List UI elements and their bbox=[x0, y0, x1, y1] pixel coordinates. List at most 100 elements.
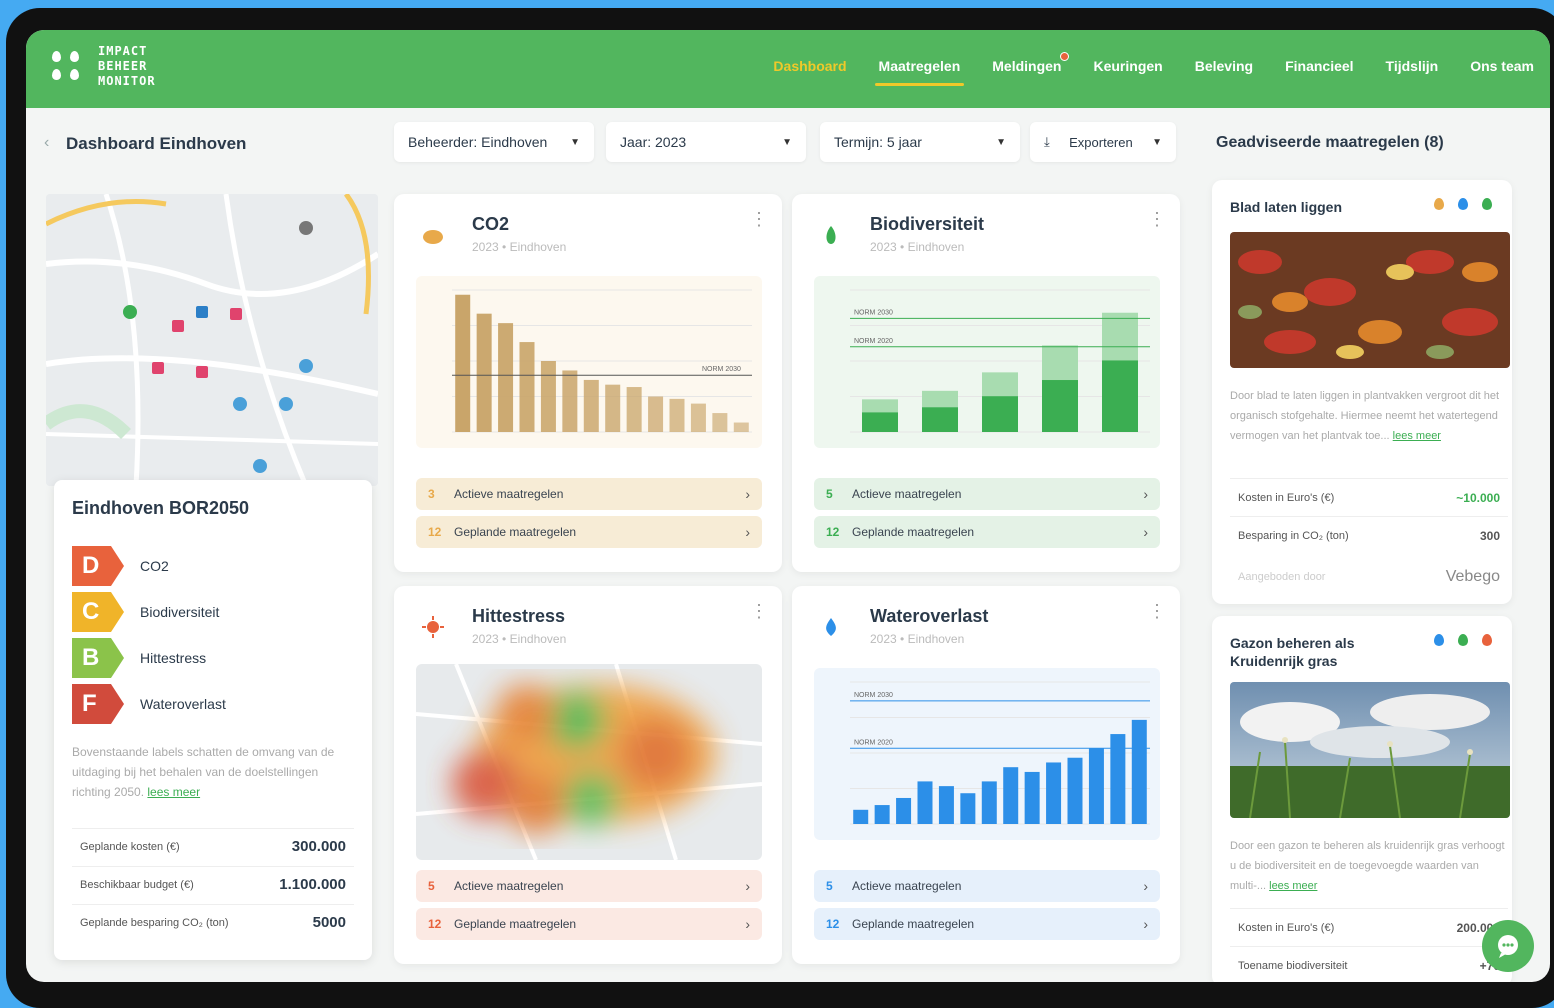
advice-text: Door een gazon te beheren als kruidenrij… bbox=[1230, 836, 1506, 896]
planned-measures-row[interactable]: 12 Geplande maatregelen › bbox=[814, 516, 1160, 548]
card-title: Wateroverlast bbox=[870, 606, 989, 626]
cloud-icon bbox=[1434, 198, 1444, 210]
count: 12 bbox=[428, 917, 442, 931]
active-measures-row[interactable]: 5 Actieve maatregelen › bbox=[814, 478, 1160, 510]
biodiversity-chart: NORM 2030 NORM 2020 bbox=[814, 276, 1160, 448]
label-name: CO2 bbox=[140, 558, 169, 574]
termijn-value: Termijn: 5 jaar bbox=[834, 134, 922, 150]
row-label: Geplande maatregelen bbox=[454, 917, 577, 931]
read-more-link[interactable]: lees meer bbox=[1269, 880, 1317, 892]
nav-keuringen[interactable]: Keuringen bbox=[1077, 30, 1178, 108]
water-drop-icon bbox=[1434, 634, 1444, 646]
beheerder-value: Beheerder: Eindhoven bbox=[408, 134, 548, 150]
more-options-icon[interactable]: ⋮ bbox=[750, 210, 768, 228]
kv-label: Kosten in Euro's (€) bbox=[1238, 921, 1335, 934]
label-wateroverlast[interactable]: F Wateroverlast bbox=[72, 684, 354, 724]
active-measures-row[interactable]: 5 Actieve maatregelen › bbox=[814, 870, 1160, 902]
row-label: Actieve maatregelen bbox=[852, 879, 962, 893]
city-map[interactable] bbox=[46, 194, 378, 486]
nav-ons-team[interactable]: Ons team bbox=[1454, 30, 1550, 108]
read-more-link[interactable]: lees meer bbox=[147, 785, 200, 799]
category-icons bbox=[1434, 634, 1492, 646]
nav-financieel[interactable]: Financieel bbox=[1269, 30, 1369, 108]
advice-card-blad[interactable]: Blad laten liggen Door blad te laten lig… bbox=[1212, 180, 1512, 604]
bar bbox=[917, 781, 933, 824]
grade-badge: B bbox=[72, 638, 124, 678]
stat-row: Geplande kosten (€) 300.000 bbox=[72, 828, 354, 864]
app-logo[interactable]: IMPACT BEHEER MONITOR bbox=[48, 44, 156, 89]
leaf-icon bbox=[820, 224, 840, 246]
nav-meldingen[interactable]: Meldingen bbox=[976, 30, 1077, 108]
jaar-value: Jaar: 2023 bbox=[620, 134, 687, 150]
nav-maatregelen[interactable]: Maatregelen bbox=[863, 30, 977, 108]
bar bbox=[1046, 762, 1062, 824]
chat-button[interactable] bbox=[1482, 920, 1534, 972]
caret-down-icon: ▼ bbox=[570, 136, 580, 148]
read-more-link[interactable]: lees meer bbox=[1393, 430, 1441, 442]
label-name: Hittestress bbox=[140, 650, 207, 666]
export-button[interactable]: ⤓ Exporteren ▼ bbox=[1030, 122, 1176, 162]
row-label: Actieve maatregelen bbox=[454, 487, 564, 501]
logo-line-3: MONITOR bbox=[98, 74, 156, 88]
bar bbox=[1102, 360, 1138, 432]
more-options-icon[interactable]: ⋮ bbox=[750, 602, 768, 620]
active-measures-row[interactable]: 3 Actieve maatregelen › bbox=[416, 478, 762, 510]
chevron-right-icon: › bbox=[745, 878, 750, 894]
planned-measures-row[interactable]: 12 Geplande maatregelen › bbox=[814, 908, 1160, 940]
provider-logo[interactable]: Vebego bbox=[1446, 568, 1500, 586]
bar bbox=[1042, 380, 1078, 432]
grade-badge: F bbox=[72, 684, 124, 724]
advice-title: Geadviseerde maatregelen (8) bbox=[1216, 134, 1444, 151]
nav-beleving[interactable]: Beleving bbox=[1179, 30, 1269, 108]
bar bbox=[862, 412, 898, 432]
heatmap[interactable] bbox=[416, 664, 762, 860]
chevron-right-icon: › bbox=[745, 486, 750, 502]
nav-tijdslijn[interactable]: Tijdslijn bbox=[1370, 30, 1455, 108]
row-label: Geplande maatregelen bbox=[852, 917, 975, 931]
label-co2[interactable]: D CO2 bbox=[72, 546, 354, 586]
advice-card-gazon[interactable]: Gazon beheren als Kruidenrijk gras Door … bbox=[1212, 616, 1512, 982]
advice-title: Gazon beheren als Kruidenrijk gras bbox=[1230, 635, 1355, 669]
kv-value: ~10.000 bbox=[1456, 490, 1500, 505]
co2-chart-svg: NORM 2030 bbox=[452, 289, 752, 433]
advice-title: Blad laten liggen bbox=[1230, 199, 1343, 215]
more-options-icon[interactable]: ⋮ bbox=[1148, 602, 1166, 620]
planned-measures-row[interactable]: 12 Geplande maatregelen › bbox=[416, 516, 762, 548]
chevron-right-icon: › bbox=[1143, 524, 1148, 540]
cost-row: Kosten in Euro's (€) 200.000 bbox=[1230, 908, 1508, 946]
bor-panel: Eindhoven BOR2050 D CO2 C Biodiversiteit B… bbox=[54, 480, 372, 960]
jaar-select[interactable]: Jaar: 2023 ▼ bbox=[606, 122, 806, 162]
beheerder-select[interactable]: Beheerder: Eindhoven ▼ bbox=[394, 122, 594, 162]
label-hittestress[interactable]: B Hittestress bbox=[72, 638, 354, 678]
back-icon[interactable]: ‹ bbox=[44, 134, 49, 152]
bar bbox=[1110, 734, 1126, 824]
nav-dashboard[interactable]: Dashboard bbox=[757, 30, 862, 108]
active-measures-row[interactable]: 5 Actieve maatregelen › bbox=[416, 870, 762, 902]
bar bbox=[1088, 748, 1104, 824]
label-biodiversiteit[interactable]: C Biodiversiteit bbox=[72, 592, 354, 632]
card-title: Hittestress bbox=[472, 606, 566, 626]
stat-value: 5000 bbox=[312, 914, 346, 931]
termijn-select[interactable]: Termijn: 5 jaar ▼ bbox=[820, 122, 1020, 162]
row-label: Geplande maatregelen bbox=[852, 525, 975, 539]
bar bbox=[938, 786, 954, 824]
norm-label: NORM 2030 bbox=[854, 692, 893, 699]
row-label: Geplande maatregelen bbox=[454, 525, 577, 539]
grade-badge: C bbox=[72, 592, 124, 632]
more-options-icon[interactable]: ⋮ bbox=[1148, 210, 1166, 228]
caret-down-icon: ▼ bbox=[996, 136, 1006, 148]
planned-measures-row[interactable]: 12 Geplande maatregelen › bbox=[416, 908, 762, 940]
bar bbox=[1003, 767, 1019, 824]
sun-icon bbox=[422, 616, 444, 638]
kv-value: 300 bbox=[1479, 528, 1500, 543]
norm-label: NORM 2020 bbox=[854, 739, 893, 746]
logo-line-1: IMPACT bbox=[98, 44, 148, 58]
leaves-photo bbox=[1230, 232, 1510, 368]
bar bbox=[690, 403, 706, 432]
category-icons bbox=[1434, 198, 1492, 210]
map-graphic bbox=[46, 194, 378, 486]
main-menu: Dashboard Maatregelen Meldingen Keuringe… bbox=[757, 30, 1550, 108]
cloud-icon bbox=[422, 224, 443, 246]
count: 12 bbox=[826, 917, 840, 931]
advice-text: Door blad te laten liggen in plantvakken… bbox=[1230, 386, 1506, 446]
